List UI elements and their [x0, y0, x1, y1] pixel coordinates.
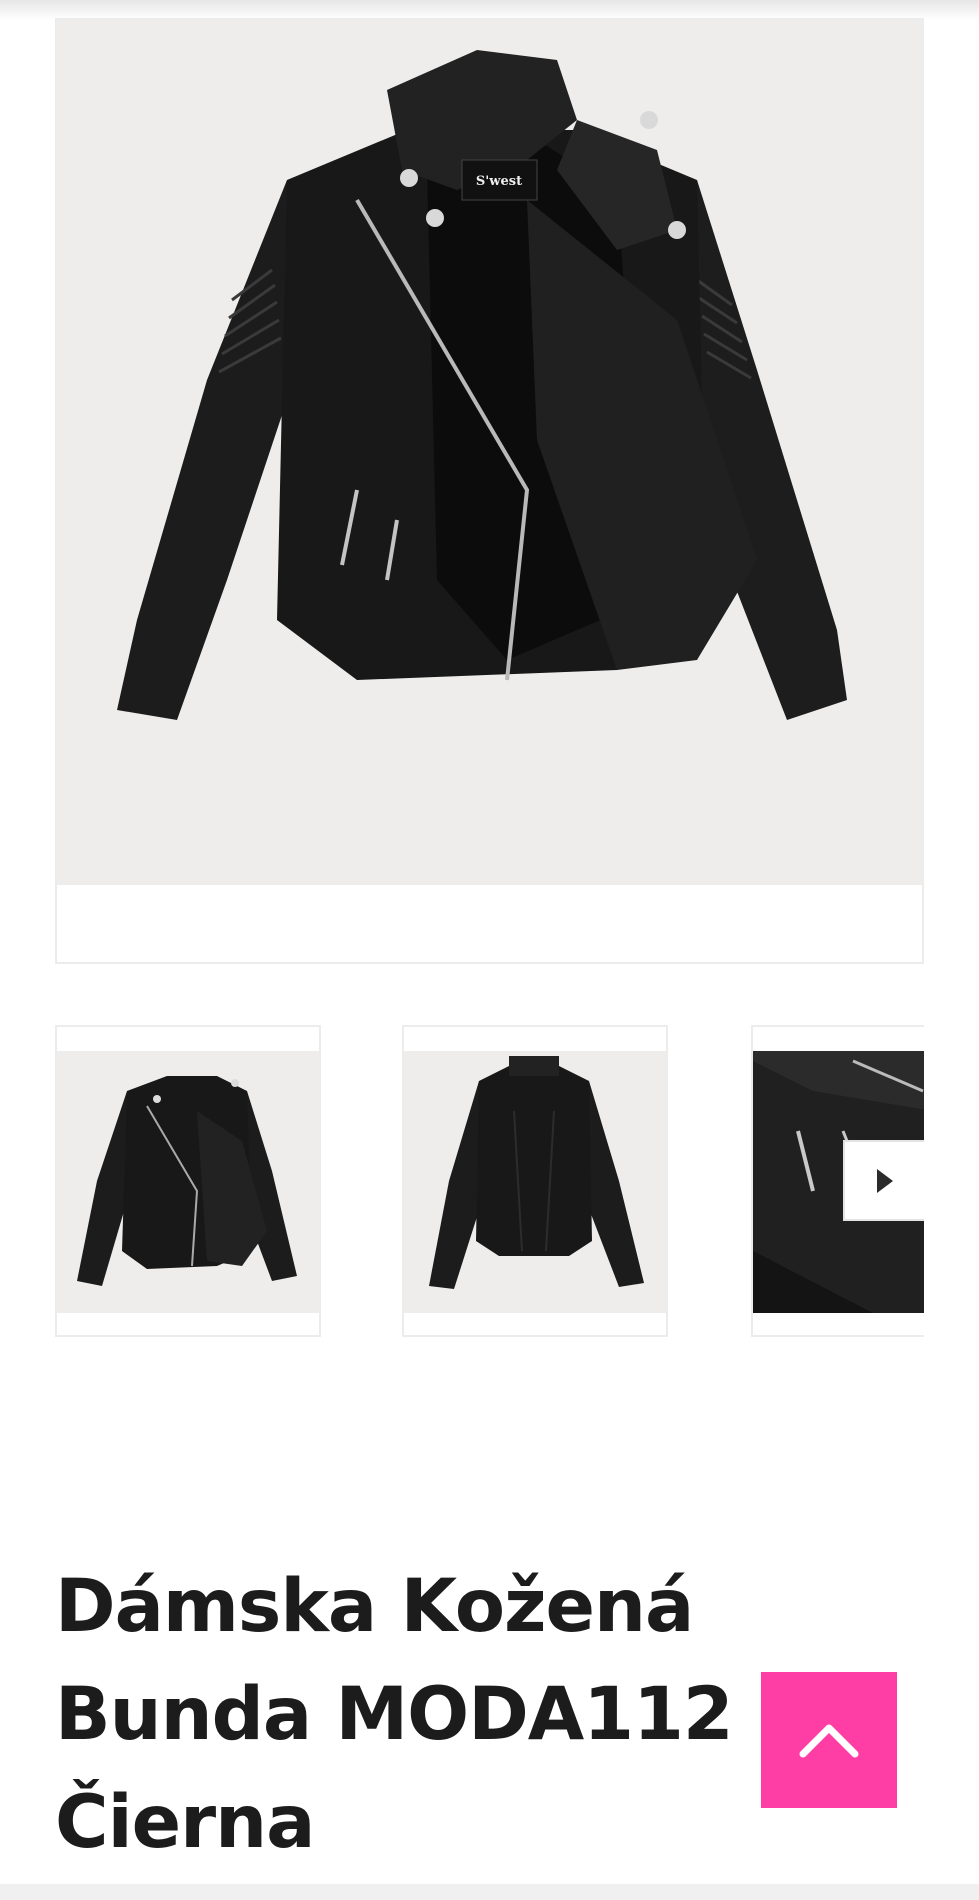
brand-tag-label: S'west — [476, 174, 522, 189]
gallery-next-button[interactable] — [843, 1140, 924, 1221]
main-product-image[interactable]: S'west — [55, 18, 924, 964]
product-title-line-1: Dámska Kožená — [55, 1564, 694, 1649]
chevron-right-icon — [876, 1168, 893, 1193]
jacket-front-illustration: S'west — [117, 50, 847, 720]
bottom-divider — [0, 1884, 979, 1900]
product-title-line-3: Čierna — [55, 1780, 315, 1865]
product-title: Dámska Kožená Bunda MODA112 Čierna — [55, 1553, 755, 1877]
scroll-to-top-button[interactable] — [761, 1672, 897, 1808]
chevron-up-icon — [799, 1724, 859, 1758]
top-bar-shadow — [0, 0, 979, 20]
thumbnail-back[interactable] — [402, 1025, 668, 1337]
jacket-back-thumbnail — [429, 1056, 644, 1289]
thumbnail-front[interactable] — [55, 1025, 321, 1337]
product-title-line-2: Bunda MODA112 — [55, 1672, 734, 1757]
jacket-front-thumbnail — [77, 1076, 297, 1286]
